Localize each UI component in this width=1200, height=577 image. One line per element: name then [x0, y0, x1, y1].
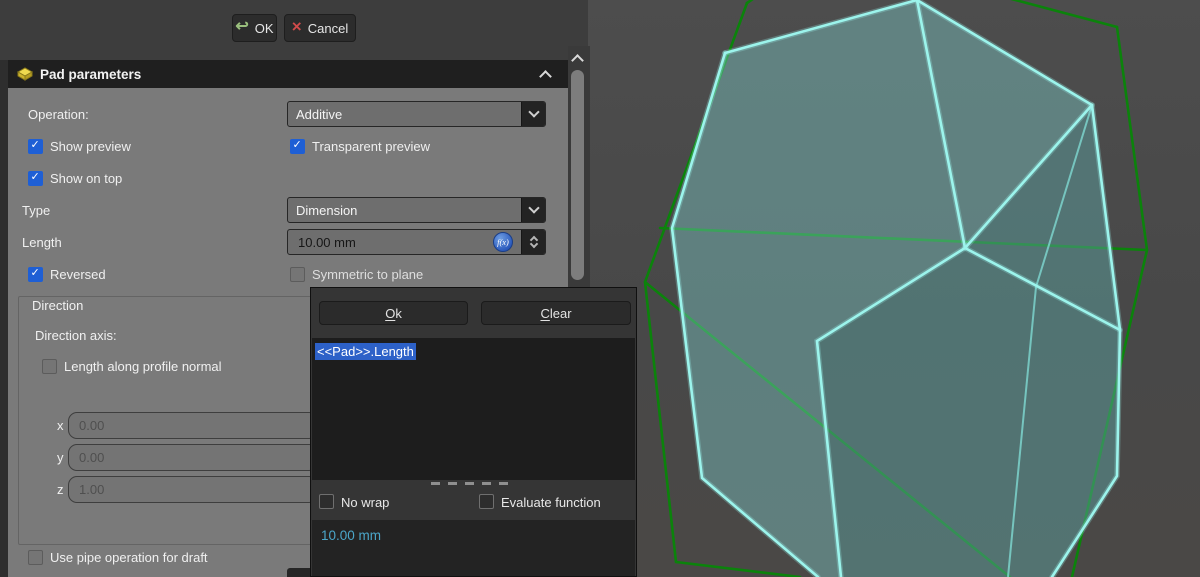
pad-icon	[16, 66, 34, 82]
expression-result-value: 10.00 mm	[321, 528, 381, 543]
operation-label: Operation:	[28, 107, 89, 123]
type-value: Dimension	[296, 203, 357, 218]
operation-value: Additive	[296, 107, 342, 122]
ok-icon: ↩	[235, 20, 248, 34]
length-label: Length	[22, 235, 62, 251]
cyan-preview-solid	[672, 0, 1120, 577]
length-along-normal-label: Length along profile normal	[64, 359, 222, 375]
expression-editor[interactable]: <<Pad>>.Length	[312, 338, 635, 480]
no-wrap-checkbox[interactable]	[319, 494, 334, 509]
formula-clear-button[interactable]: Clear	[481, 301, 631, 325]
x-input[interactable]: 0.00	[68, 412, 318, 439]
z-input[interactable]: 1.00	[68, 476, 318, 503]
expression-text: <<Pad>>.Length	[315, 343, 416, 360]
collapse-chevron-icon[interactable]	[539, 70, 552, 83]
cancel-button-label: Cancel	[308, 21, 348, 36]
symmetric-to-plane-checkbox[interactable]	[290, 267, 305, 282]
length-along-normal-checkbox[interactable]	[42, 359, 57, 374]
type-combobox[interactable]: Dimension	[287, 197, 546, 223]
formula-editor-dialog: Ok Clear <<Pad>>.Length No wrap Evaluate…	[310, 287, 637, 577]
freecad-window: ↩ OK × Cancel Pad parameters Operation: …	[0, 0, 1200, 577]
show-preview-label: Show preview	[50, 139, 131, 155]
y-input[interactable]: 0.00	[68, 444, 318, 471]
formula-ok-button[interactable]: Ok	[319, 301, 468, 325]
show-preview-checkbox[interactable]	[28, 139, 43, 154]
cancel-icon: ×	[292, 20, 302, 34]
scrollbar-thumb[interactable]	[571, 70, 584, 280]
transparent-preview-checkbox[interactable]	[290, 139, 305, 154]
pad-parameters-header[interactable]: Pad parameters	[8, 60, 568, 88]
splitter-handle[interactable]	[431, 482, 516, 485]
show-on-top-checkbox[interactable]	[28, 171, 43, 186]
y-value: 0.00	[79, 450, 104, 465]
reversed-checkbox[interactable]	[28, 267, 43, 282]
length-value: 10.00 mm	[298, 235, 356, 250]
evaluate-function-checkbox[interactable]	[479, 494, 494, 509]
use-pipe-label: Use pipe operation for draft	[50, 550, 208, 566]
panel-left-edge	[0, 60, 8, 577]
ok-button[interactable]: ↩ OK	[232, 14, 277, 42]
3d-viewport[interactable]	[588, 0, 1200, 577]
use-pipe-checkbox[interactable]	[28, 550, 43, 565]
chevron-down-icon	[528, 202, 539, 213]
direction-axis-label: Direction axis:	[35, 328, 117, 344]
z-label: z	[57, 482, 64, 498]
type-dropdown-arrow[interactable]	[521, 198, 545, 222]
chevron-down-icon	[528, 106, 539, 117]
operation-combobox[interactable]: Additive	[287, 101, 546, 127]
evaluate-function-label: Evaluate function	[501, 495, 601, 510]
z-value: 1.00	[79, 482, 104, 497]
length-spinbox[interactable]: 10.00 mm f(x)	[287, 229, 546, 255]
direction-group-title: Direction	[32, 298, 83, 314]
length-spinner[interactable]	[521, 230, 545, 254]
x-value: 0.00	[79, 418, 104, 433]
cancel-button[interactable]: × Cancel	[284, 14, 356, 42]
x-label: x	[57, 418, 64, 434]
show-on-top-label: Show on top	[50, 171, 122, 187]
y-label: y	[57, 450, 64, 466]
expression-result-area: 10.00 mm	[312, 520, 635, 576]
ok-button-label: OK	[255, 21, 274, 36]
type-label: Type	[22, 203, 50, 219]
formula-fx-icon[interactable]: f(x)	[493, 232, 513, 252]
reversed-label: Reversed	[50, 267, 106, 283]
operation-dropdown-arrow[interactable]	[521, 102, 545, 126]
pad-preview-scene	[588, 0, 1200, 577]
symmetric-to-plane-label: Symmetric to plane	[312, 267, 423, 283]
panel-title: Pad parameters	[40, 67, 141, 82]
scroll-up-icon[interactable]	[571, 54, 584, 67]
no-wrap-label: No wrap	[341, 495, 389, 510]
transparent-preview-label: Transparent preview	[312, 139, 430, 155]
